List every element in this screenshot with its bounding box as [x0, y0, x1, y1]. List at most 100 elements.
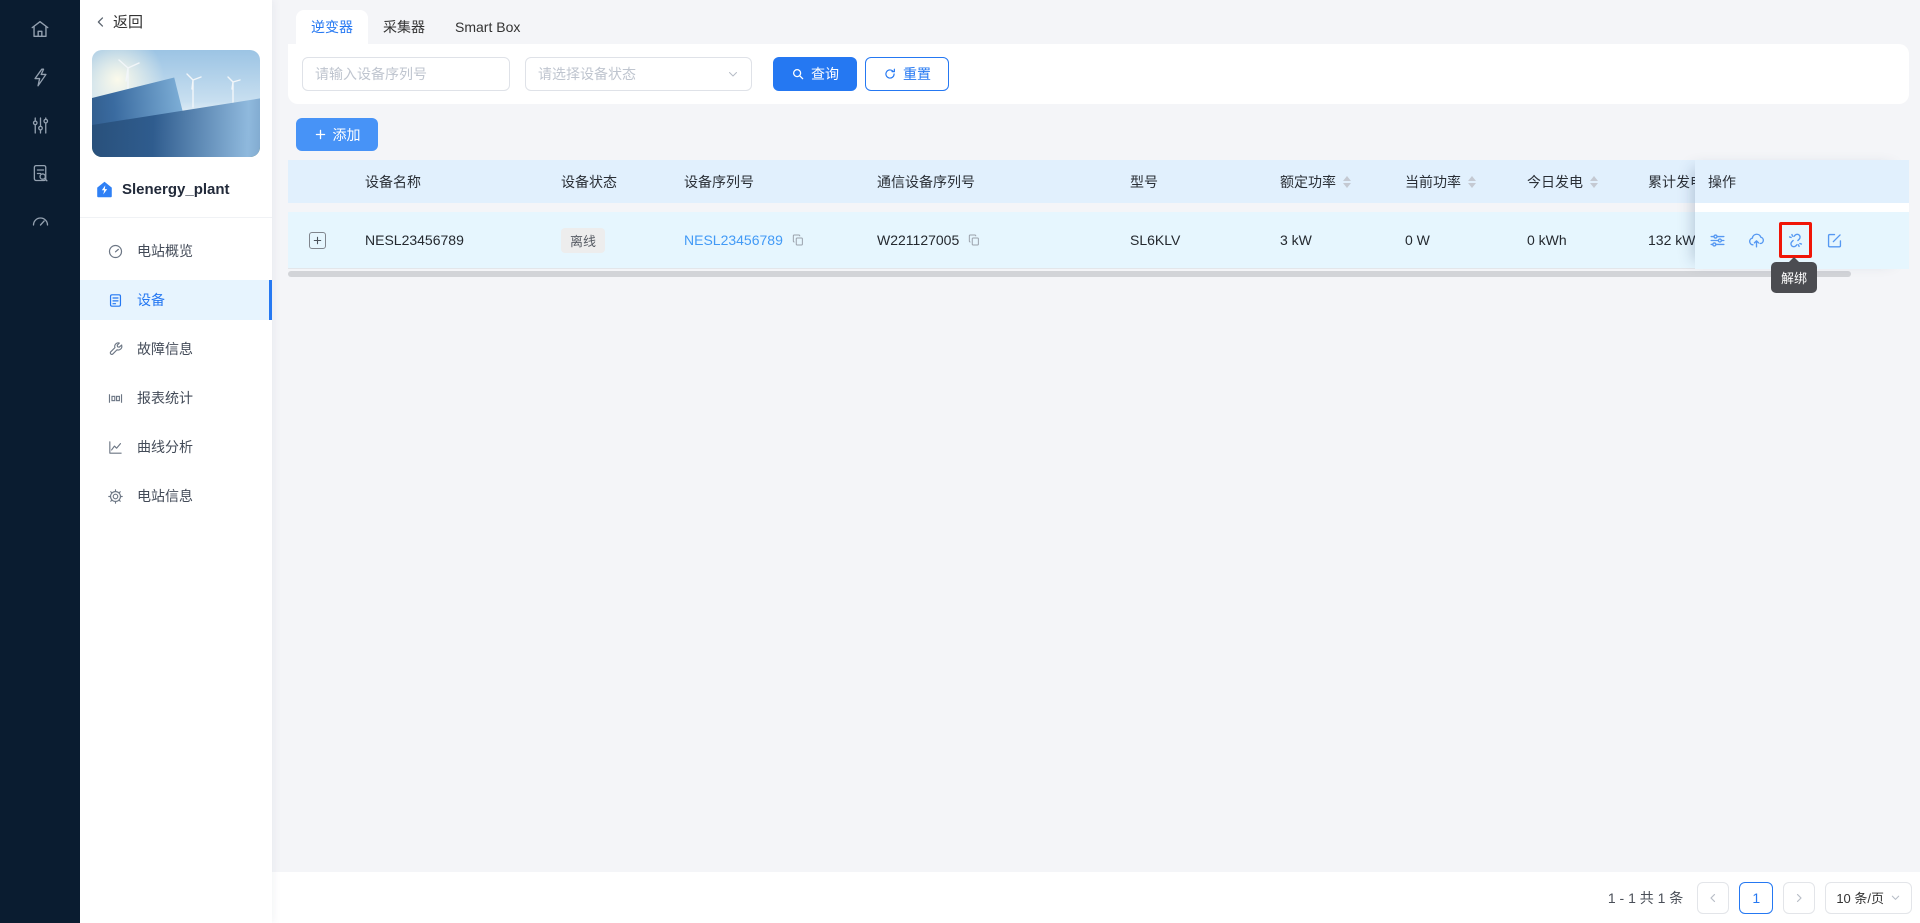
next-page-button[interactable] — [1783, 882, 1815, 914]
sidebar-item-label: 电站概览 — [137, 241, 193, 261]
reset-label: 重置 — [903, 64, 931, 84]
sidebar-divider — [80, 217, 272, 218]
serial-link[interactable]: NESL23456789 — [684, 232, 783, 248]
unbind-tooltip: 解绑 — [1771, 262, 1817, 293]
col-rated-power: 额定功率 — [1280, 160, 1351, 203]
col-model: 型号 — [1130, 160, 1158, 203]
cell-device-serial: NESL23456789 — [684, 212, 805, 268]
plant-house-icon — [95, 180, 114, 199]
copy-icon[interactable] — [791, 233, 805, 247]
plant-name: Slenergy_plant — [122, 181, 230, 198]
back-button[interactable]: 返回 — [94, 11, 143, 32]
energy-bolt-icon[interactable] — [30, 66, 51, 88]
plant-photo — [92, 50, 260, 157]
col-label: 今日发电 — [1527, 172, 1583, 192]
pagination-total: 1 - 1 共 1 条 — [1608, 888, 1683, 908]
device-list-icon — [107, 292, 124, 309]
cell-rated-power: 3 kW — [1280, 212, 1312, 268]
wrench-icon — [107, 341, 124, 358]
sliders-vertical-icon[interactable] — [30, 114, 51, 136]
sidebar-item-label: 报表统计 — [137, 388, 193, 408]
home-icon[interactable] — [29, 18, 51, 40]
expand-cell — [309, 212, 326, 268]
report-chart-icon — [107, 390, 124, 407]
copy-icon[interactable] — [967, 233, 981, 247]
sidebar-item-report-stats[interactable]: 报表统计 — [80, 378, 272, 418]
table-header: 设备名称 设备状态 设备序列号 通信设备序列号 型号 额定功率 当前功率 今日发… — [288, 160, 1909, 203]
cell-comm-serial: W221127005 — [877, 212, 981, 268]
reset-button[interactable]: 重置 — [865, 57, 949, 91]
cell-model: SL6KLV — [1130, 212, 1180, 268]
cell-device-name: NESL23456789 — [365, 212, 464, 268]
settings-sliders-icon[interactable] — [1708, 231, 1727, 250]
expand-row-button[interactable] — [309, 232, 326, 249]
tab-smart-box[interactable]: Smart Box — [440, 10, 535, 44]
pagination-bar: 1 - 1 共 1 条 1 10 条/页 — [80, 872, 1920, 923]
query-label: 查询 — [811, 64, 839, 84]
header-row-gap — [1695, 203, 1909, 212]
sort-icon[interactable] — [1590, 176, 1598, 188]
dashboard-gauge-icon — [107, 243, 124, 260]
tab-label: 逆变器 — [311, 17, 353, 37]
sort-icon[interactable] — [1343, 176, 1351, 188]
cell-today-energy: 0 kWh — [1527, 212, 1567, 268]
sidebar-item-label: 电站信息 — [137, 486, 193, 506]
sidebar-item-label: 设备 — [137, 290, 165, 310]
add-label: 添加 — [333, 125, 361, 145]
edit-icon[interactable] — [1825, 231, 1844, 250]
tab-inverter[interactable]: 逆变器 — [296, 10, 368, 44]
col-label: 当前功率 — [1405, 172, 1461, 192]
cloud-upload-icon[interactable] — [1747, 231, 1766, 250]
operations-cell — [1695, 212, 1909, 269]
sidebar-item-plant-info[interactable]: 电站信息 — [80, 476, 272, 516]
query-button[interactable]: 查询 — [773, 57, 857, 91]
comm-serial-text: W221127005 — [877, 232, 959, 248]
sidebar-item-label: 曲线分析 — [137, 437, 193, 457]
line-chart-icon — [107, 439, 124, 456]
col-today-energy: 今日发电 — [1527, 160, 1598, 203]
sidebar-item-curve-analysis[interactable]: 曲线分析 — [80, 427, 272, 467]
page-size-value: 10 条/页 — [1836, 888, 1884, 907]
status-select[interactable]: 请选择设备状态 — [525, 57, 752, 91]
table-row[interactable]: NESL23456789 离线 NESL23456789 W221127005 … — [288, 212, 1909, 269]
plus-icon — [314, 128, 327, 141]
col-comm-serial: 通信设备序列号 — [877, 160, 975, 203]
status-badge: 离线 — [561, 228, 605, 253]
app-rail — [0, 0, 80, 923]
tab-label: Smart Box — [455, 19, 520, 35]
horizontal-scrollbar[interactable] — [288, 271, 1851, 277]
col-device-name: 设备名称 — [365, 160, 421, 203]
sidebar-menu: 电站概览 设备 故障信息 报表统计 曲线分析 — [80, 231, 272, 516]
sidebar-item-devices[interactable]: 设备 — [80, 280, 272, 320]
serial-search-input[interactable] — [302, 57, 510, 91]
report-search-icon[interactable] — [30, 162, 51, 184]
col-label: 额定功率 — [1280, 172, 1336, 192]
prev-page-button[interactable] — [1697, 882, 1729, 914]
chevron-left-icon — [94, 15, 108, 29]
page-size-select[interactable]: 10 条/页 — [1825, 882, 1912, 914]
sidebar-item-fault-info[interactable]: 故障信息 — [80, 329, 272, 369]
sort-icon[interactable] — [1468, 176, 1476, 188]
col-current-power: 当前功率 — [1405, 160, 1476, 203]
back-label: 返回 — [113, 11, 143, 32]
plant-sidebar: 返回 Slenergy_plant 电站概览 设备 — [80, 0, 272, 923]
gear-icon — [107, 488, 124, 505]
add-button[interactable]: 添加 — [296, 118, 378, 151]
filter-card: 请选择设备状态 查询 重置 — [288, 44, 1909, 104]
gauge-icon[interactable] — [30, 210, 51, 232]
device-table: 设备名称 设备状态 设备序列号 通信设备序列号 型号 额定功率 当前功率 今日发… — [288, 160, 1909, 300]
chevron-down-icon — [727, 68, 739, 80]
search-icon — [791, 67, 805, 81]
operations-fixed-column: 操作 解绑 — [1695, 160, 1909, 269]
status-select-placeholder: 请选择设备状态 — [538, 64, 636, 84]
tab-label: 采集器 — [383, 17, 425, 37]
cell-current-power: 0 W — [1405, 212, 1430, 268]
cell-device-status: 离线 — [561, 212, 605, 268]
plant-title-row: Slenergy_plant — [95, 180, 230, 199]
click-highlight-box — [1779, 222, 1812, 258]
refresh-icon — [883, 67, 897, 81]
sidebar-item-plant-overview[interactable]: 电站概览 — [80, 231, 272, 271]
col-operations: 操作 — [1695, 160, 1909, 203]
tab-collector[interactable]: 采集器 — [368, 10, 440, 44]
current-page-button[interactable]: 1 — [1739, 882, 1773, 914]
